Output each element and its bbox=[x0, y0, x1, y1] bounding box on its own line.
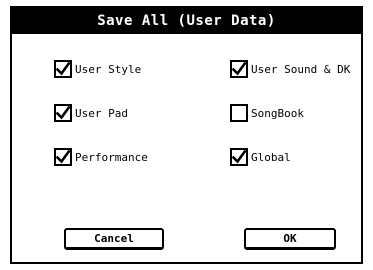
user-pad-checkbox[interactable] bbox=[54, 104, 72, 122]
ok-button[interactable]: OK bbox=[244, 228, 336, 250]
option-label: Performance bbox=[75, 150, 148, 164]
option-label: User Sound & DK bbox=[251, 62, 351, 76]
option-global[interactable]: Global bbox=[230, 146, 291, 168]
option-performance[interactable]: Performance bbox=[54, 146, 148, 168]
option-label: SongBook bbox=[251, 106, 304, 120]
option-user-sound-dk[interactable]: User Sound & DK bbox=[230, 58, 350, 80]
option-label: Global bbox=[251, 150, 291, 164]
option-songbook[interactable]: SongBook bbox=[230, 102, 304, 124]
option-user-style[interactable]: User Style bbox=[54, 58, 141, 80]
option-user-pad[interactable]: User Pad bbox=[54, 102, 128, 124]
option-label: User Style bbox=[75, 62, 142, 76]
checkmark-icon bbox=[232, 150, 246, 164]
option-label: User Pad bbox=[75, 106, 128, 120]
performance-checkbox[interactable] bbox=[54, 148, 72, 166]
dialog-title: Save All (User Data) bbox=[12, 8, 361, 34]
checkmark-icon bbox=[56, 62, 70, 76]
checkmark-icon bbox=[56, 106, 70, 120]
global-checkbox[interactable] bbox=[230, 148, 248, 166]
save-all-dialog: Save All (User Data) User Style User Pad… bbox=[10, 6, 363, 264]
user-style-checkbox[interactable] bbox=[54, 60, 72, 78]
user-sound-dk-checkbox[interactable] bbox=[230, 60, 248, 78]
checkmark-icon bbox=[232, 62, 246, 76]
checkmark-icon bbox=[56, 150, 70, 164]
songbook-checkbox[interactable] bbox=[230, 104, 248, 122]
cancel-button[interactable]: Cancel bbox=[64, 228, 164, 250]
